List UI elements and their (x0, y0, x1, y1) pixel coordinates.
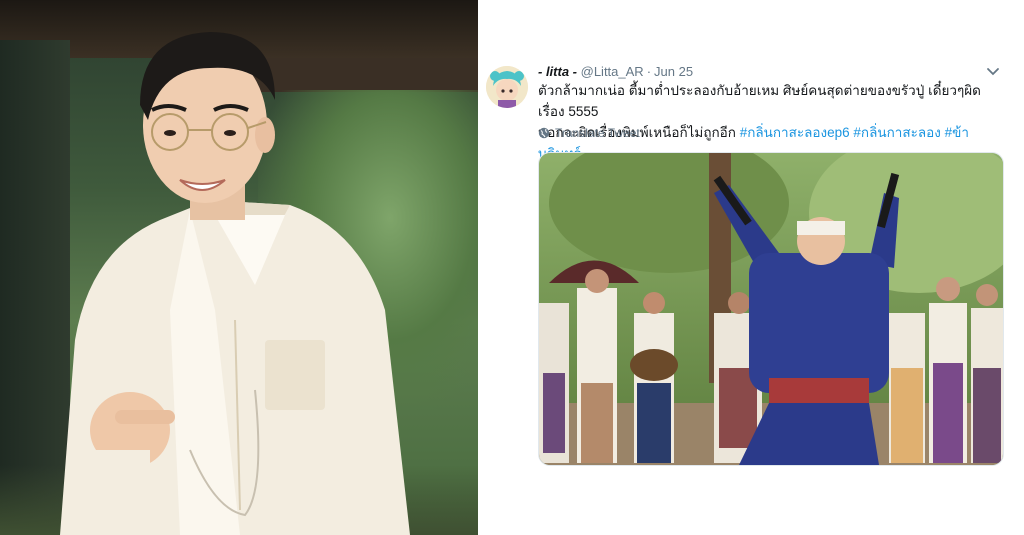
tweet-header: - litta - @Litta_AR · Jun 25 (538, 64, 693, 80)
display-name[interactable]: - litta - (538, 64, 577, 79)
avatar-anime-icon[interactable] (486, 66, 528, 108)
tweet-text-line-1: ตัวกล้ามากเน่อ ตี้มาต่ำประลองกับอ้ายเหม … (538, 83, 981, 119)
tweet-card[interactable]: - litta - @Litta_AR · Jun 25 ตัวกล้ามากเน่… (478, 0, 1024, 535)
hashtag-link[interactable]: #กลิ่นกาสะลอง (853, 125, 940, 140)
translate-label: Translate Tweet (555, 126, 640, 140)
hashtag-link[interactable]: #กลิ่นกาสะลองep6 (740, 125, 850, 140)
separator-dot: · (646, 64, 652, 79)
tweet-photo[interactable] (538, 152, 1004, 466)
left-photo (0, 0, 478, 535)
globe-icon (538, 127, 550, 139)
man-portrait (60, 32, 410, 535)
translate-tweet-link[interactable]: Translate Tweet (538, 126, 640, 140)
photo-scene (539, 153, 1003, 465)
chevron-down-icon[interactable] (986, 66, 1000, 78)
user-handle[interactable]: @Litta_AR (581, 64, 644, 79)
tweet-date[interactable]: Jun 25 (654, 64, 693, 79)
